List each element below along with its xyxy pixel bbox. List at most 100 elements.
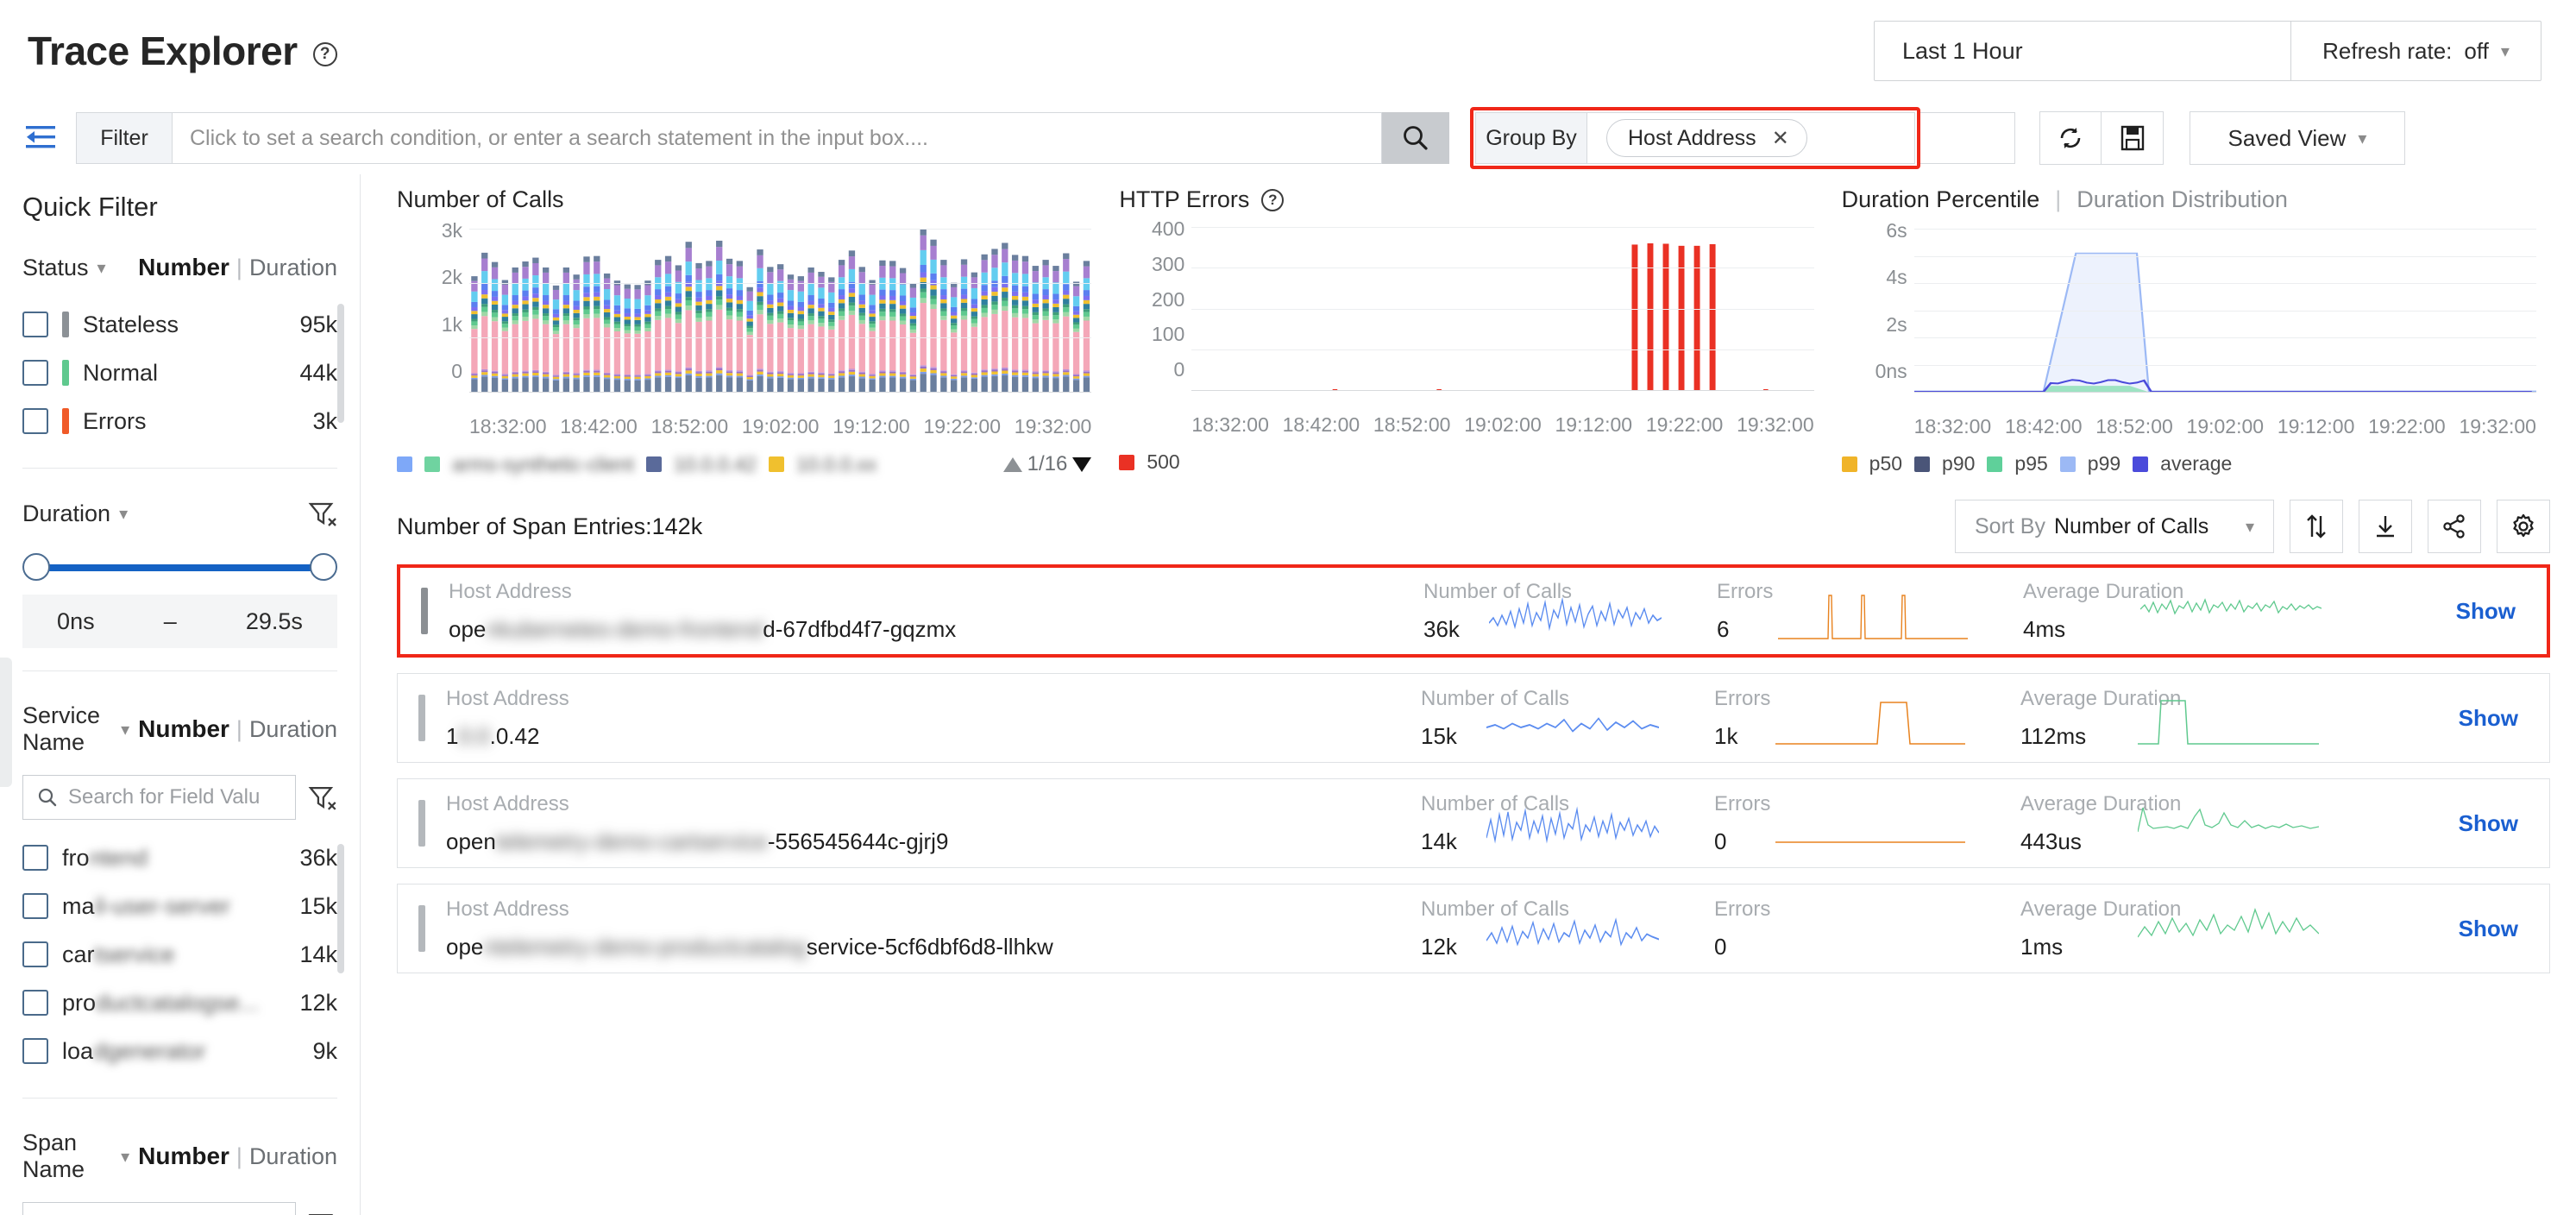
facet-scrollbar[interactable] — [337, 844, 344, 974]
group-by-field[interactable]: Host Address ✕ — [1587, 112, 1915, 164]
show-button[interactable]: Show — [2456, 598, 2516, 625]
facet-item-stateless[interactable]: Stateless 95k — [22, 300, 337, 349]
legend-swatch[interactable] — [1914, 456, 1931, 472]
chevron-down-icon[interactable]: ▾ — [121, 1146, 129, 1168]
collapse-panel-icon[interactable] — [22, 121, 60, 155]
time-range-picker[interactable]: Last 1 Hour — [1874, 21, 2291, 81]
legend-swatch[interactable] — [397, 456, 412, 472]
facet-item-service-1[interactable]: mail-user-server 15k — [22, 882, 337, 930]
table-row[interactable]: Host Address openkubernetes-demo-fronten… — [397, 564, 2550, 658]
checkbox[interactable] — [22, 360, 48, 386]
tab-duration-distribution[interactable]: Duration Distribution — [2077, 186, 2288, 213]
refresh-button[interactable] — [2039, 111, 2102, 165]
facet-metric-toggle-status[interactable]: Number | Duration — [138, 254, 337, 281]
table-row[interactable]: Host Address 10.0.0.42 Number of Calls 1… — [397, 673, 2550, 763]
slider-knob-max[interactable] — [310, 553, 337, 581]
checkbox[interactable] — [22, 990, 48, 1017]
divider — [22, 1098, 337, 1099]
filter-action-icons — [2039, 111, 2164, 165]
search-input[interactable]: Click to set a search condition, or ente… — [173, 112, 1382, 164]
facet-item-service-2[interactable]: cartservice 14k — [22, 930, 337, 979]
search-button[interactable] — [1382, 112, 1449, 164]
legend-pager[interactable]: 1/16 — [1002, 452, 1092, 476]
filter-clear-icon[interactable] — [308, 1211, 337, 1215]
checkbox[interactable] — [22, 408, 48, 434]
table-row[interactable]: Host Address opentelemetry-demo-cartserv… — [397, 778, 2550, 868]
group-by-button[interactable]: Group By — [1475, 112, 1587, 164]
chevron-down-icon[interactable]: ▾ — [121, 719, 129, 740]
duration-dash: – — [163, 608, 177, 634]
avg-duration-sparkline — [2138, 807, 2319, 832]
slider-knob-min[interactable] — [22, 553, 50, 581]
page-down-icon[interactable] — [1072, 456, 1092, 472]
facet-item-value: 3k — [312, 407, 337, 434]
checkbox[interactable] — [22, 845, 48, 872]
legend-swatch[interactable] — [2133, 456, 2149, 472]
facet-item-service-4[interactable]: loadgenerator 9k — [22, 1027, 337, 1075]
sort-direction-button[interactable] — [2290, 500, 2343, 553]
sort-by-dropdown[interactable]: Sort By Number of Calls ▾ — [1955, 500, 2274, 553]
errors-value: 0 — [1714, 933, 1727, 960]
group-by-tag-label: Host Address — [1628, 125, 1756, 150]
chart-legend: p50 p90 p95 p99 average — [1841, 452, 2536, 475]
facet-scrollbar[interactable] — [337, 304, 344, 423]
calls-sparkline — [1486, 916, 1659, 947]
table-row[interactable]: Host Address opentelemetry-demo-productc… — [397, 884, 2550, 973]
facet-metric-toggle-service-name[interactable]: ▾ Number | Duration — [121, 715, 337, 743]
show-button[interactable]: Show — [2459, 916, 2518, 942]
filter-button[interactable]: Filter — [76, 112, 173, 164]
show-button[interactable]: Show — [2459, 810, 2518, 837]
facet-name-status[interactable]: Status ▾ — [22, 255, 106, 281]
help-icon[interactable]: ? — [1261, 188, 1285, 211]
column-header: Host Address — [446, 686, 569, 710]
chart-legend: arms-synthetic-client 10.0.0.42 10.0.0.x… — [397, 452, 1092, 476]
help-icon[interactable]: ? — [312, 42, 337, 66]
show-button[interactable]: Show — [2459, 705, 2518, 732]
cell-average-duration: Average Duration 443us — [2000, 792, 2319, 855]
legend-swatch[interactable] — [1841, 456, 1857, 472]
legend-swatch[interactable] — [1119, 454, 1135, 470]
chevron-down-icon: ▾ — [2245, 517, 2254, 537]
facet-item-normal[interactable]: Normal 44k — [22, 349, 337, 397]
saved-view-dropdown[interactable]: Saved View ▾ — [2190, 111, 2405, 165]
facet-header-service-name: Service Name ▾ Number | Duration — [22, 702, 337, 756]
facet-item-service-0[interactable]: frontend 36k — [22, 834, 337, 882]
facet-metric-toggle-span-name[interactable]: ▾ Number | Duration — [121, 1143, 337, 1170]
refresh-rate-dropdown[interactable]: Refresh rate: off ▾ — [2291, 21, 2541, 81]
service-name-search-input[interactable]: Search for Field Valu — [22, 775, 297, 821]
facet-item-service-3[interactable]: productcatalogse... 12k — [22, 979, 337, 1027]
checkbox[interactable] — [22, 893, 48, 920]
legend-swatch[interactable] — [2059, 456, 2076, 472]
chart-title: HTTP Errors ? — [1119, 186, 1813, 213]
span-name-search-input[interactable]: Search for Field Valu — [22, 1202, 297, 1215]
settings-button[interactable] — [2497, 500, 2550, 553]
download-button[interactable] — [2359, 500, 2412, 553]
group-by-control: Group By Host Address ✕ — [1470, 107, 1920, 169]
checkbox[interactable] — [22, 941, 48, 968]
facet-item-errors[interactable]: Errors 3k — [22, 397, 337, 445]
legend-swatch[interactable] — [424, 456, 440, 472]
checkbox[interactable] — [22, 312, 48, 337]
tab-duration-percentile[interactable]: Duration Percentile — [1842, 186, 2040, 213]
search-icon — [1404, 126, 1428, 150]
duration-clear-filter[interactable] — [308, 500, 337, 527]
duration-slider[interactable] — [22, 553, 337, 582]
checkbox[interactable] — [22, 1038, 48, 1065]
page-up-icon[interactable] — [1002, 456, 1022, 472]
sidebar-resize-handle[interactable] — [0, 658, 12, 787]
group-by-tag[interactable]: Host Address ✕ — [1606, 119, 1807, 157]
legend-swatch[interactable] — [768, 456, 784, 472]
legend-swatch[interactable] — [645, 456, 662, 472]
close-icon[interactable]: ✕ — [1772, 126, 1789, 151]
duration-min: 0ns — [57, 608, 95, 634]
cell-errors: Errors 0 — [1693, 897, 2000, 960]
service-name-search-placeholder: Search for Field Valu — [68, 785, 261, 809]
facet-name-duration[interactable]: Duration ▾ — [22, 500, 128, 527]
filter-clear-icon[interactable] — [308, 784, 337, 811]
save-button[interactable] — [2102, 111, 2164, 165]
legend-swatch[interactable] — [1987, 456, 2003, 472]
share-button[interactable] — [2428, 500, 2481, 553]
divider — [22, 670, 337, 671]
save-icon — [2120, 125, 2144, 151]
page-title: Trace Explorer — [28, 28, 298, 73]
